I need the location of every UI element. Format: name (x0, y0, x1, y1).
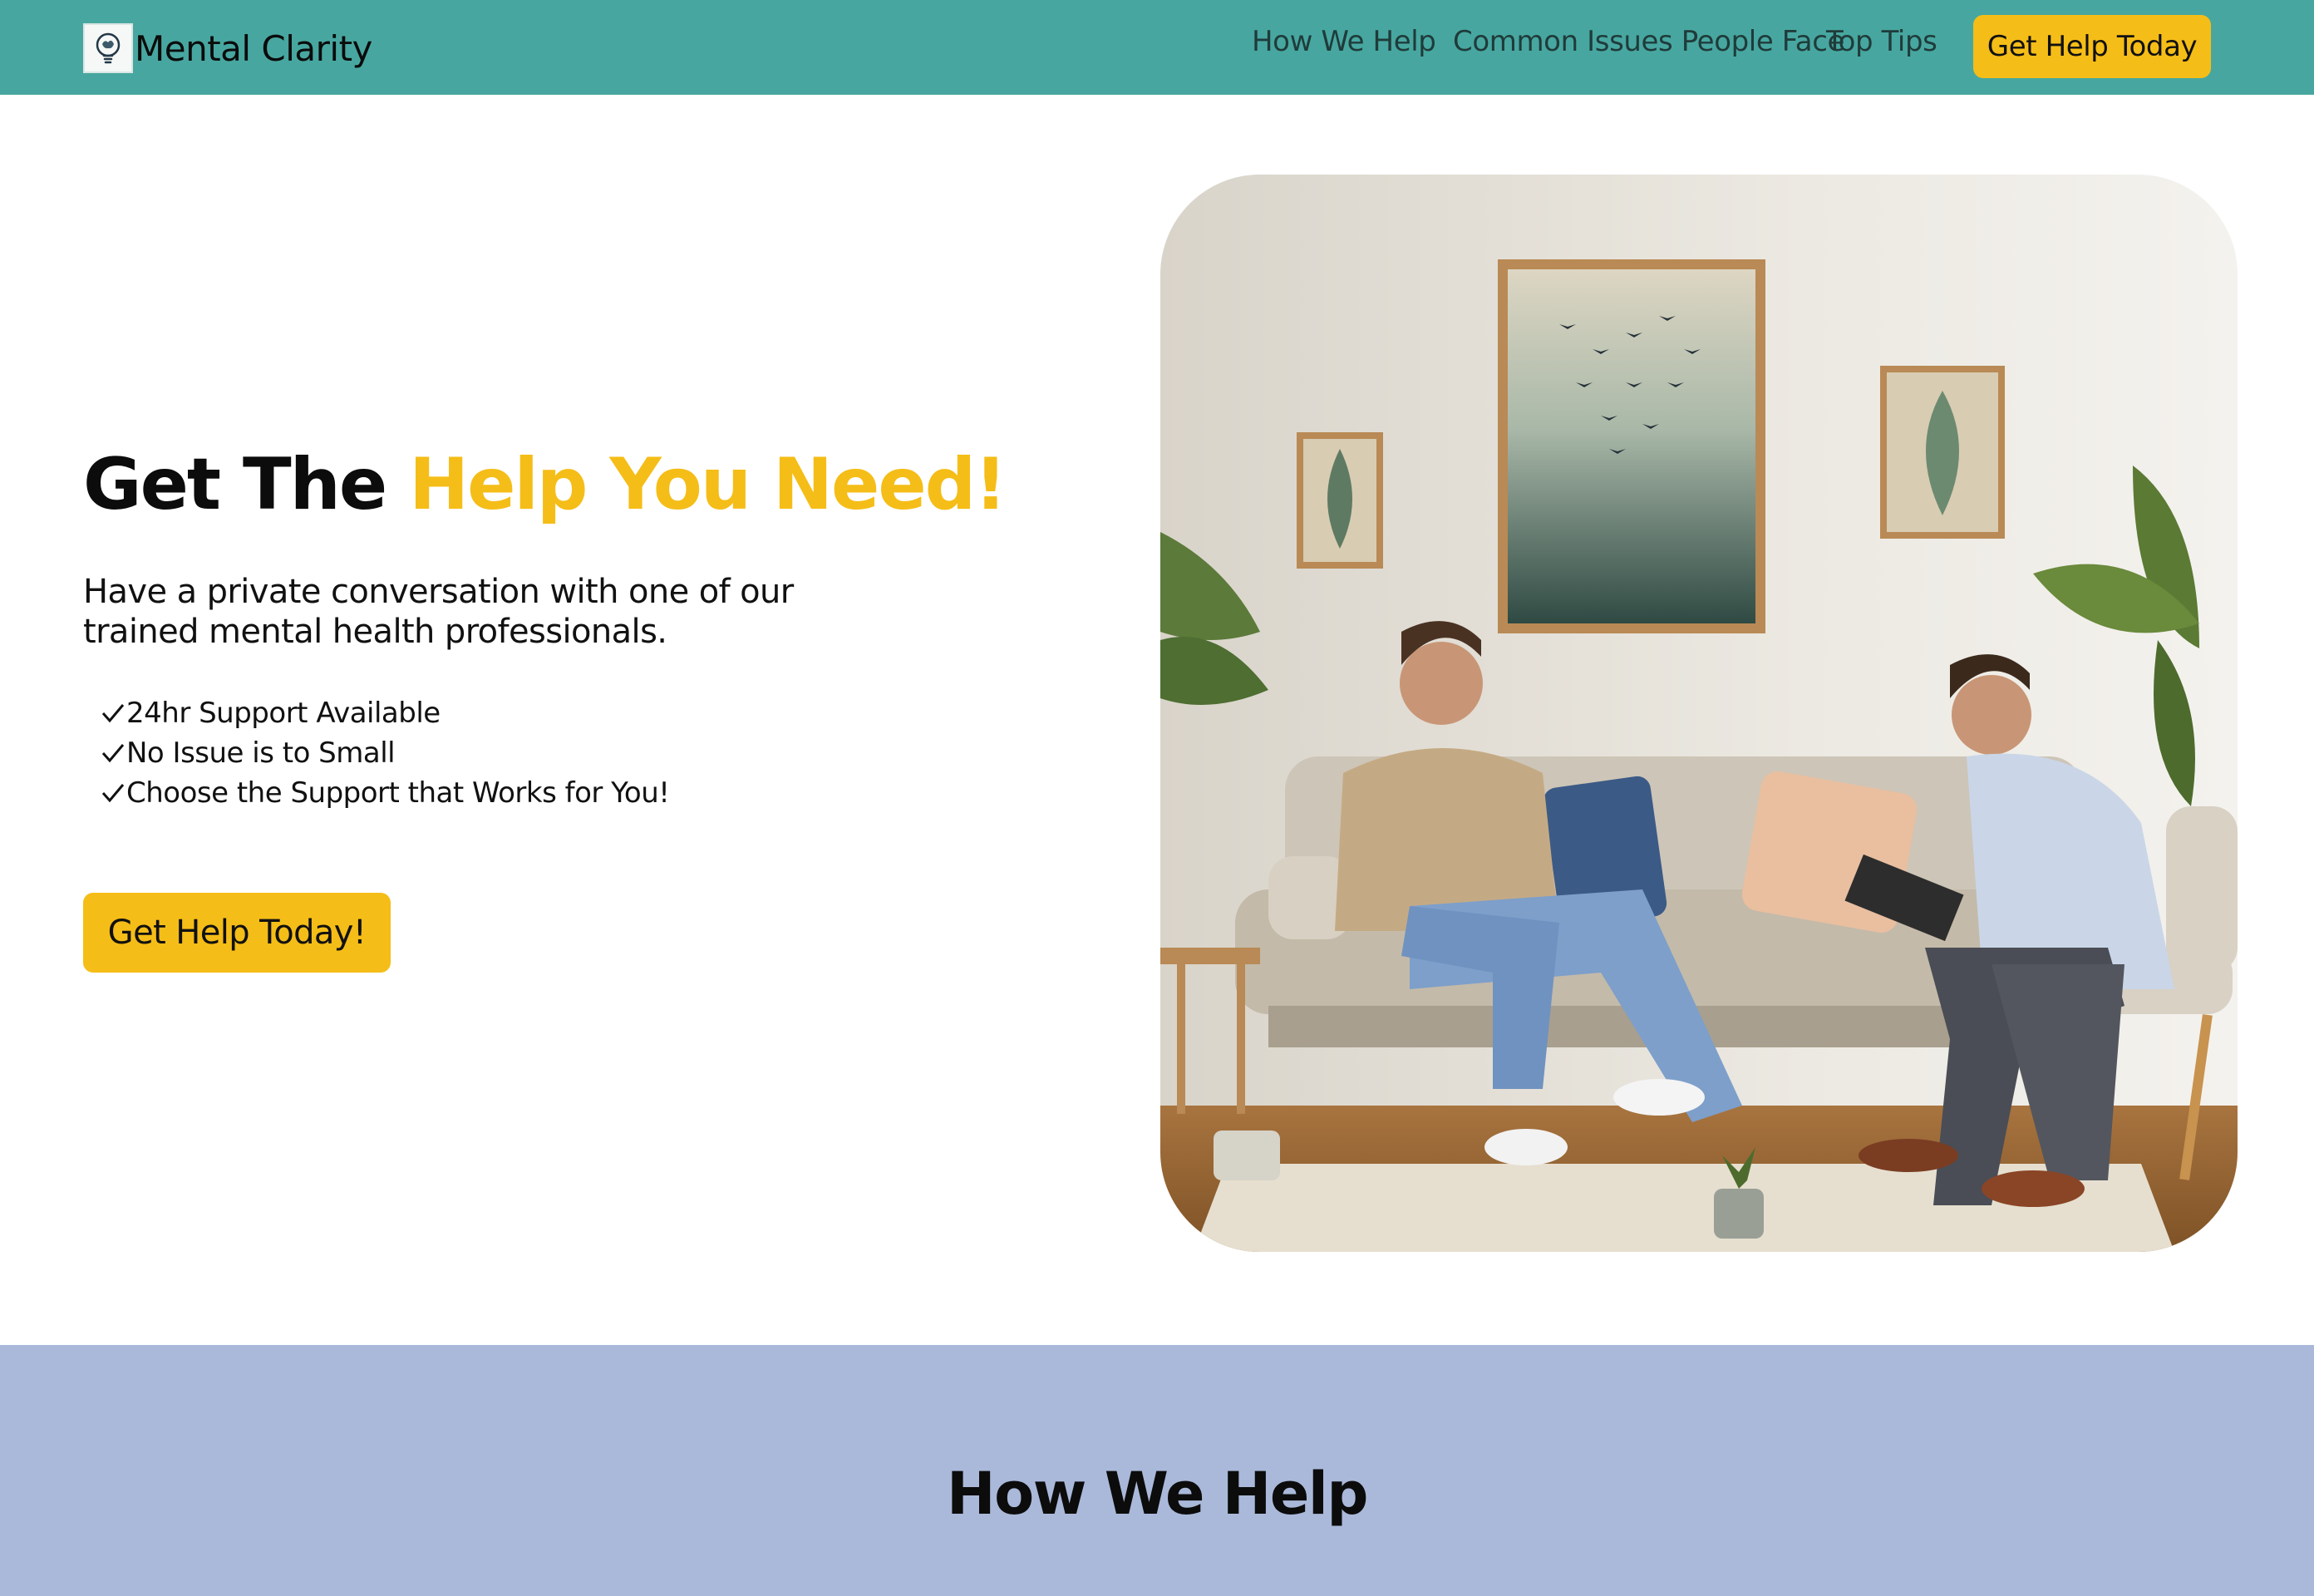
hero-title: Get The Help You Need! (83, 449, 1007, 520)
hero-title-accent: Help You Need! (409, 443, 1007, 526)
checkmark-icon (101, 773, 126, 813)
feature-label: No Issue is to Small (126, 736, 396, 770)
feature-list: 24hr Support Available No Issue is to Sm… (101, 693, 670, 813)
feature-item: 24hr Support Available (101, 693, 669, 733)
feature-label: Choose the Support that Works for You! (126, 776, 670, 810)
section-title: How We Help (947, 1460, 1368, 1528)
navbar: Mental Clarity How We Help Common Issues… (0, 0, 2314, 95)
how-we-help-section: How We Help (0, 1345, 2314, 1596)
brand[interactable]: Mental Clarity (83, 23, 372, 73)
checkmark-icon (101, 693, 126, 733)
hero-get-help-button[interactable]: Get Help Today! (83, 893, 391, 973)
nav-get-help-button[interactable]: Get Help Today (1973, 15, 2211, 78)
brand-name: Mental Clarity (135, 27, 372, 69)
feature-item: Choose the Support that Works for You! (101, 773, 670, 813)
hero-title-plain: Get The (83, 443, 387, 526)
nav-link-top-tips[interactable]: Top Tips (1826, 25, 1937, 58)
feature-label: 24hr Support Available (126, 697, 441, 730)
feature-item: No Issue is to Small (101, 733, 669, 773)
nav-link-how-we-help[interactable]: How We Help (1252, 25, 1436, 58)
brain-lightbulb-icon (83, 23, 133, 73)
hero-image (1160, 175, 2238, 1252)
checkmark-icon (101, 733, 126, 773)
hero-subtitle: Have a private conversation with one of … (83, 573, 794, 651)
nav-link-common-issues[interactable]: Common Issues People Face (1453, 25, 1844, 58)
